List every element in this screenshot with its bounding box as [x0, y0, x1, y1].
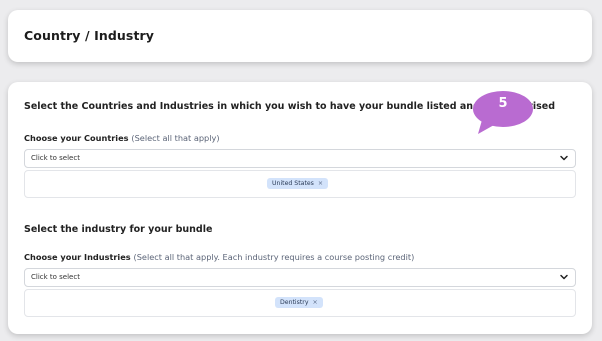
- countries-label: Choose your Countries (Select all that a…: [24, 133, 220, 143]
- step-badge-number: 5: [498, 96, 508, 111]
- countries-selected-area: United States ×: [24, 170, 576, 198]
- industry-chip-label: Dentistry: [280, 299, 309, 306]
- industries-selected-area: Dentistry ×: [24, 289, 576, 317]
- countries-select-placeholder: Click to select: [31, 154, 80, 162]
- industries-label: Choose your Industries (Select all that …: [24, 252, 414, 262]
- industry-heading: Select the industry for your bundle: [24, 224, 213, 235]
- header-card: Country / Industry: [8, 10, 592, 62]
- chevron-down-icon[interactable]: [559, 153, 569, 163]
- page-title: Country / Industry: [24, 28, 155, 43]
- industries-select[interactable]: Click to select: [24, 268, 576, 287]
- country-chip-label: United States: [272, 180, 314, 187]
- industry-chip-remove-button[interactable]: ×: [312, 299, 317, 306]
- country-chip-remove-button[interactable]: ×: [318, 180, 323, 187]
- chevron-down-icon[interactable]: [559, 272, 569, 282]
- industries-hint: (Select all that apply. Each industry re…: [133, 252, 415, 262]
- countries-select[interactable]: Click to select: [24, 149, 576, 168]
- industries-label-text: Choose your Industries: [24, 252, 131, 262]
- country-chip: United States ×: [267, 178, 329, 189]
- industries-select-placeholder: Click to select: [31, 273, 80, 281]
- industry-chip: Dentistry ×: [275, 297, 323, 308]
- countries-label-text: Choose your Countries: [24, 133, 129, 143]
- countries-hint: (Select all that apply): [131, 133, 220, 143]
